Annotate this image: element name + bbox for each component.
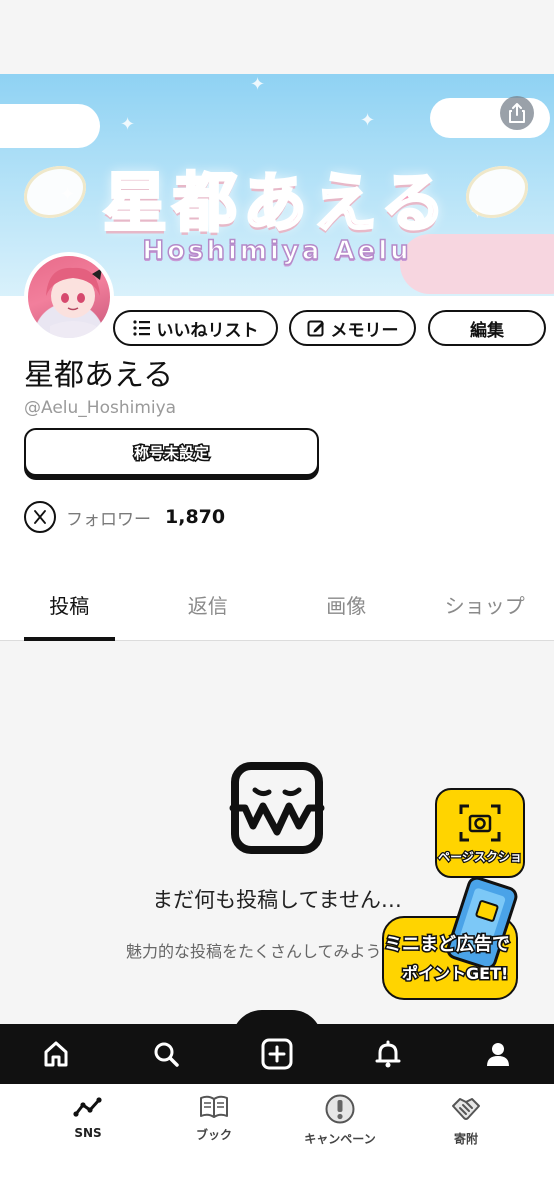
page-screenshot-label: ページスクショ xyxy=(437,849,523,866)
tab-posts[interactable]: 投稿 xyxy=(0,568,139,641)
service-tab-campaign[interactable]: キャンペーン xyxy=(290,1094,390,1147)
book-icon xyxy=(200,1095,228,1118)
user-handle: @Aelu_Hoshimiya xyxy=(24,398,177,418)
display-name: 星都あえる xyxy=(24,358,174,393)
followers-row[interactable]: フォロワー 1,870 xyxy=(24,501,225,533)
ad-line-2: ポイントGET! xyxy=(400,963,509,985)
like-list-label: いいねリスト xyxy=(156,320,259,341)
page-screenshot-button[interactable]: ページスクショ xyxy=(435,788,525,878)
search-icon xyxy=(154,1042,179,1067)
service-tab-sns[interactable]: SNS xyxy=(38,1094,138,1140)
title-setting-button[interactable]: 称号未設定 xyxy=(24,428,319,476)
service-tab-donate-label: 寄附 xyxy=(453,1132,478,1146)
share-icon xyxy=(509,103,525,123)
tab-posts-label: 投稿 xyxy=(49,593,90,618)
activity-icon xyxy=(73,1097,102,1117)
ad-line-1: ミニまど広告で xyxy=(383,933,512,957)
memory-label: メモリー xyxy=(330,320,399,341)
pencil-box-icon xyxy=(307,320,324,337)
plus-box-icon xyxy=(261,1038,293,1070)
followers-label: フォロワー xyxy=(66,509,151,530)
service-tab-book-label: ブック xyxy=(195,1128,232,1142)
profile-button[interactable] xyxy=(478,1034,518,1074)
home-icon xyxy=(44,1041,68,1067)
exclamation-icon xyxy=(325,1094,355,1124)
like-list-button[interactable]: いいねリスト xyxy=(113,310,278,346)
bell-icon xyxy=(375,1040,401,1068)
service-tab-donate[interactable]: 寄附 xyxy=(416,1094,516,1147)
service-tab-campaign-label: キャンペーン xyxy=(304,1132,376,1146)
service-tab-sns-label: SNS xyxy=(74,1126,102,1140)
mini-ad-banner[interactable]: ミニまど広告で ポイントGET! xyxy=(382,874,524,1000)
list-icon xyxy=(132,320,150,336)
tab-shop-label: ショップ xyxy=(444,593,525,618)
memory-button[interactable]: メモリー xyxy=(289,310,416,346)
create-post-button[interactable] xyxy=(257,1034,297,1074)
tab-replies-label: 返信 xyxy=(187,593,228,618)
followers-count: 1,870 xyxy=(165,506,226,528)
status-area xyxy=(0,0,554,74)
sad-face-box-icon xyxy=(229,762,325,854)
title-setting-label: 称号未設定 xyxy=(132,442,210,463)
home-button[interactable] xyxy=(36,1034,76,1074)
tab-shop[interactable]: ショップ xyxy=(416,568,554,640)
sparkle-icon: ✦ xyxy=(360,110,376,131)
banner-cloud xyxy=(0,104,100,148)
user-icon xyxy=(487,1043,509,1066)
tab-images-label: 画像 xyxy=(326,593,367,618)
service-tab-book[interactable]: ブック xyxy=(164,1094,264,1143)
tab-replies[interactable]: 返信 xyxy=(139,568,278,640)
edit-profile-button[interactable]: 編集 xyxy=(428,310,546,346)
sparkle-icon: ✦ xyxy=(120,114,136,135)
profile-tabs: 投稿 返信 画像 ショップ xyxy=(0,568,554,641)
edit-profile-label: 編集 xyxy=(470,320,504,341)
search-button[interactable] xyxy=(146,1034,186,1074)
banner-title: 星都あえる xyxy=(101,165,452,243)
camera-icon xyxy=(459,804,501,842)
avatar[interactable] xyxy=(24,252,114,342)
share-button[interactable] xyxy=(500,96,534,130)
profile-page: ✦ ✦ ✦ ✦ ✦ 星都あえる Hoshimiya Aelu xyxy=(0,0,554,1200)
sparkle-icon: ✦ xyxy=(250,74,266,95)
handshake-icon xyxy=(452,1098,480,1120)
x-logo-icon xyxy=(24,501,56,533)
tab-images[interactable]: 画像 xyxy=(277,568,416,640)
empty-state-subtitle: 魅力的な投稿をたくさんしてみよう xyxy=(126,942,382,961)
notifications-button[interactable] xyxy=(368,1034,408,1074)
